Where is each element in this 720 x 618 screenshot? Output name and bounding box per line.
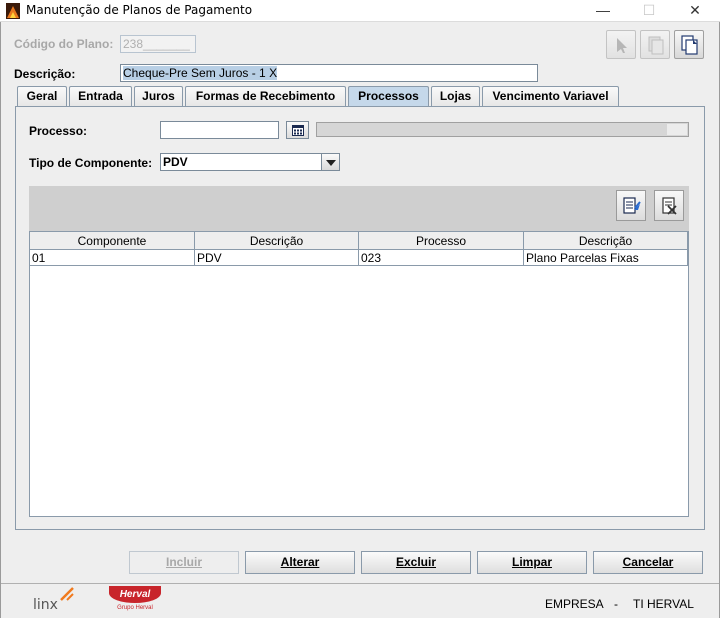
empresa-label: EMPRESA: [545, 597, 604, 611]
cancelar-button[interactable]: Cancelar: [593, 551, 703, 574]
linx-logo: linx: [31, 586, 79, 614]
window-content: Código do Plano: 238_______ Descrição: C…: [0, 22, 720, 618]
processo-lookup-button[interactable]: [286, 121, 309, 139]
new-document-icon: [681, 35, 698, 55]
description-bar-end: [667, 124, 687, 135]
alterar-button[interactable]: Alterar: [245, 551, 355, 574]
remove-row-icon: [662, 197, 677, 215]
tab-lojas[interactable]: Lojas: [431, 86, 480, 107]
tipo-componente-select[interactable]: PDV: [160, 153, 340, 171]
copy-button[interactable]: [640, 30, 670, 59]
column-header-descricao-processo[interactable]: Descrição: [524, 232, 688, 250]
tipo-componente-label: Tipo de Componente:: [29, 156, 153, 170]
processos-panel: Processo: Tipo de Componente: PDV Compon…: [15, 106, 705, 530]
processo-label: Processo:: [29, 124, 88, 138]
cell-processo[interactable]: 023: [359, 250, 524, 266]
add-row-button[interactable]: [616, 190, 646, 221]
linx-mark-icon: [60, 587, 74, 601]
incluir-button[interactable]: Incluir: [129, 551, 239, 574]
pointer-icon: [617, 38, 627, 53]
new-document-button[interactable]: [674, 30, 704, 59]
status-footer: linx Herval Grupo Herval EMPRESA - TI HE…: [1, 583, 719, 617]
grid-header: Componente Descrição Processo Descrição: [30, 232, 688, 250]
copy-icon: [648, 36, 664, 55]
cell-descricao-processo[interactable]: Plano Parcelas Fixas: [524, 250, 688, 266]
cell-descricao[interactable]: PDV: [195, 250, 359, 266]
excluir-button[interactable]: Excluir: [361, 551, 471, 574]
processos-grid: Componente Descrição Processo Descrição …: [29, 231, 689, 517]
remove-row-button[interactable]: [654, 190, 684, 221]
herval-logo: Herval Grupo Herval: [109, 586, 161, 614]
column-header-processo[interactable]: Processo: [359, 232, 524, 250]
minimize-button[interactable]: —: [580, 0, 626, 22]
calendar-icon: [292, 125, 304, 136]
tab-entrada[interactable]: Entrada: [69, 86, 132, 107]
tab-vencimento-variavel[interactable]: Vencimento Variavel: [482, 86, 619, 107]
window-title: Manutenção de Planos de Pagamento: [26, 3, 253, 17]
chevron-down-icon[interactable]: [321, 154, 339, 170]
tab-juros[interactable]: Juros: [134, 86, 183, 107]
tab-formas-de-recebimento[interactable]: Formas de Recebimento: [185, 86, 346, 107]
tab-processos[interactable]: Processos: [348, 86, 429, 108]
empresa-value: TI HERVAL: [633, 597, 694, 611]
descricao-label: Descrição:: [14, 67, 76, 81]
limpar-button[interactable]: Limpar: [477, 551, 587, 574]
locate-button[interactable]: [606, 30, 636, 59]
codigo-label: Código do Plano:: [14, 37, 114, 51]
title-bar: Manutenção de Planos de Pagamento — ☐ ✕: [0, 0, 720, 22]
grid-toolbar: [29, 186, 689, 231]
column-header-descricao[interactable]: Descrição: [195, 232, 359, 250]
processo-description-bar: [316, 122, 689, 137]
tab-geral[interactable]: Geral: [17, 86, 67, 107]
app-icon: [6, 3, 20, 19]
codigo-field[interactable]: 238_______: [120, 35, 196, 53]
processo-input[interactable]: [160, 121, 279, 139]
empresa-separator: -: [614, 597, 618, 611]
descricao-field[interactable]: Cheque-Pre Sem Juros - 1 X: [120, 64, 538, 82]
column-header-componente[interactable]: Componente: [30, 232, 195, 250]
add-row-icon: [623, 197, 641, 214]
cell-componente[interactable]: 01: [30, 250, 195, 266]
maximize-button[interactable]: ☐: [626, 0, 672, 22]
close-button[interactable]: ✕: [672, 0, 718, 22]
